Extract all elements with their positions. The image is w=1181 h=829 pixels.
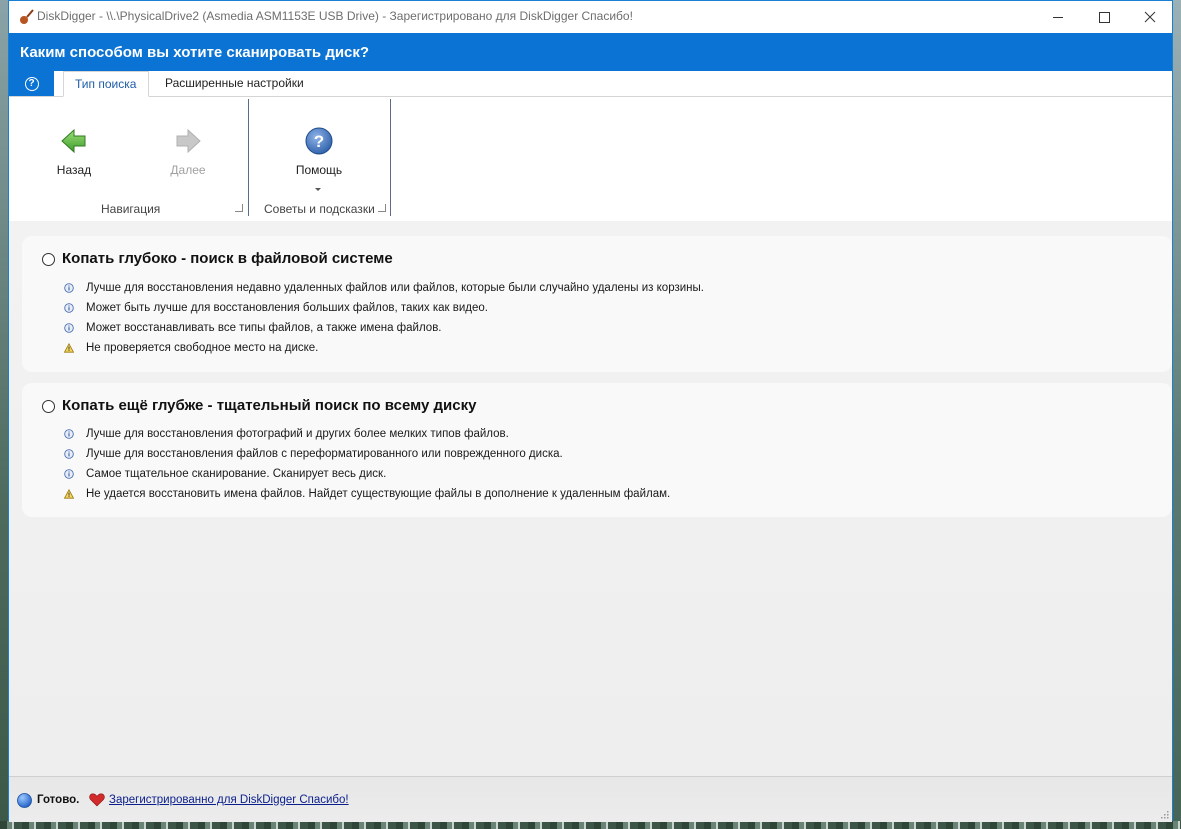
bullet-text: Может быть лучше для восстановления боль… [86, 302, 488, 314]
back-button[interactable]: Назад [39, 127, 109, 177]
list-item: Лучше для восстановления недавно удаленн… [64, 280, 704, 296]
page-title: Каким способом вы хотите сканировать дис… [20, 44, 370, 61]
warning-icon [64, 343, 74, 353]
list-item: Самое тщательное сканирование. Сканирует… [64, 466, 386, 482]
next-label: Далее [170, 163, 206, 177]
bullet-text: Лучше для восстановления файлов с перефо… [86, 448, 563, 460]
warning-icon [64, 489, 74, 499]
navigation-group-launcher[interactable] [235, 204, 243, 212]
help-circle-icon: ? [305, 127, 333, 155]
list-item: Не проверяется свободное место на диске. [64, 340, 318, 356]
bullet-text: Не удается восстановить имена файлов. На… [86, 488, 671, 500]
tips-group-label: Советы и подсказки [264, 202, 375, 216]
radio-dig-deep[interactable] [42, 253, 55, 266]
status-globe-icon [17, 793, 32, 808]
list-item: Лучше для восстановления фотографий и др… [64, 426, 509, 442]
back-label: Назад [56, 163, 92, 177]
registration-link[interactable]: Зарегистрированно для DiskDigger Спасибо… [109, 794, 349, 806]
tab-advanced-settings[interactable]: Расширенные настройки [154, 71, 315, 96]
minimize-button[interactable] [1035, 1, 1081, 33]
maximize-icon [1098, 11, 1110, 23]
group-separator [248, 99, 249, 216]
minimize-icon [1053, 16, 1063, 18]
info-icon [64, 323, 74, 333]
list-item: Может восстанавливать все типы файлов, а… [64, 320, 442, 336]
info-icon [64, 303, 74, 313]
list-item: Лучше для восстановления файлов с перефо… [64, 446, 563, 462]
info-icon [64, 283, 74, 293]
info-icon [64, 429, 74, 439]
help-tab-button[interactable]: ? [9, 71, 54, 96]
page-header: Каким способом вы хотите сканировать дис… [9, 33, 1172, 71]
group-separator [390, 99, 391, 216]
close-icon [1144, 11, 1156, 23]
arrow-right-icon [176, 128, 201, 154]
maximize-button[interactable] [1081, 1, 1127, 33]
option-title[interactable]: Копать глубоко - поиск в файловой систем… [62, 250, 393, 267]
resize-grip-icon[interactable] [1159, 809, 1169, 819]
info-icon [64, 469, 74, 479]
next-button[interactable]: Далее [153, 127, 223, 177]
ribbon: Назад Далее Навигация ? Помощь Советы и … [9, 97, 1172, 221]
list-item: Может быть лучше для восстановления боль… [64, 300, 488, 316]
navigation-group-label: Навигация [101, 202, 161, 216]
bullet-text: Лучше для восстановления недавно удаленн… [86, 282, 704, 294]
close-button[interactable] [1127, 1, 1173, 33]
bullet-text: Не проверяется свободное место на диске. [86, 342, 319, 354]
list-item: Не удается восстановить имена файлов. На… [64, 486, 670, 502]
option-card-dig-deep[interactable]: Копать глубоко - поиск в файловой систем… [22, 236, 1172, 372]
bullet-text: Может восстанавливать все типы файлов, а… [86, 322, 442, 334]
shovel-app-icon [20, 9, 34, 24]
bullet-text: Самое тщательное сканирование. Сканирует… [86, 468, 387, 480]
ribbon-tabs: ? Тип поиска Расширенные настройки [9, 71, 1172, 97]
status-text: Готово. [37, 794, 80, 806]
question-icon: ? [24, 76, 39, 91]
window-title: DiskDigger - \\.\PhysicalDrive2 (Asmedia… [37, 9, 633, 23]
option-card-dig-deeper[interactable]: Копать ещё глубже - тщательный поиск по … [22, 383, 1172, 517]
tab-search-type[interactable]: Тип поиска [63, 71, 149, 97]
desktop-background-bottom [0, 821, 1181, 829]
arrow-left-icon [61, 128, 86, 154]
help-label: Помощь [295, 163, 343, 177]
app-window: DiskDigger - \\.\PhysicalDrive2 (Asmedia… [8, 0, 1173, 822]
info-icon [64, 449, 74, 459]
title-bar: DiskDigger - \\.\PhysicalDrive2 (Asmedia… [9, 1, 1172, 33]
help-button[interactable]: ? Помощь [284, 127, 354, 177]
svg-text:?: ? [314, 132, 324, 151]
bullet-text: Лучше для восстановления фотографий и др… [86, 428, 509, 440]
status-bar: Готово. Зарегистрированно для DiskDigger… [9, 776, 1172, 822]
radio-dig-deeper[interactable] [42, 400, 55, 413]
option-title[interactable]: Копать ещё глубже - тщательный поиск по … [62, 397, 476, 414]
heart-icon [89, 793, 105, 807]
help-dropdown-caret[interactable] [315, 188, 321, 191]
main-content: Копать глубоко - поиск в файловой систем… [9, 221, 1172, 776]
tips-group-launcher[interactable] [378, 204, 386, 212]
